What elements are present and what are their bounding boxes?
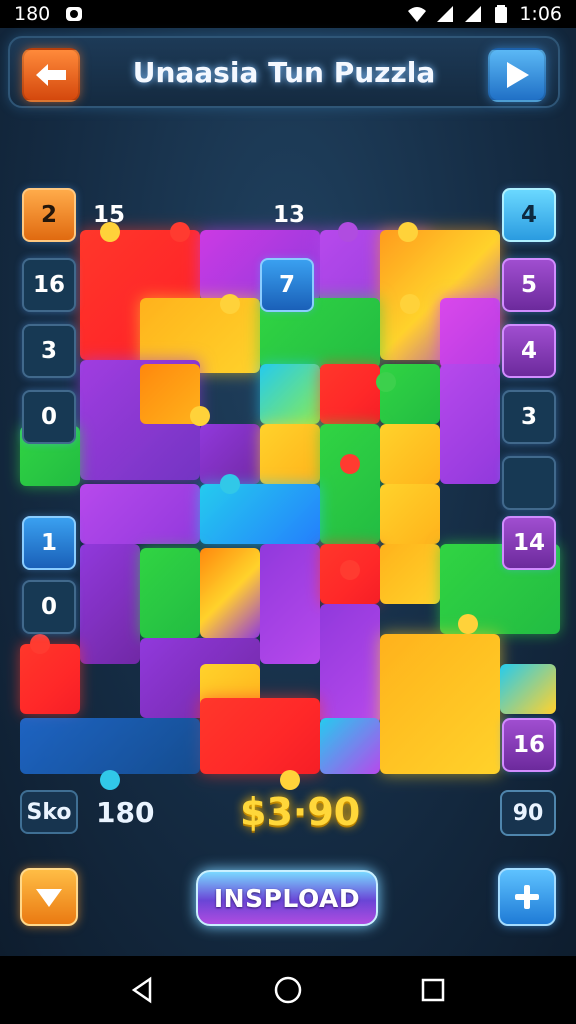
puzzle-piece-cyan[interactable]: [500, 664, 556, 714]
puzzle-piece-purple[interactable]: [80, 544, 140, 664]
down-button[interactable]: [20, 868, 78, 926]
moves-counter: 90: [500, 790, 556, 836]
puzzle-board: 2 15 13 4 16 7 5 3 4 0 3 1 14 0 16: [20, 158, 560, 790]
puzzle-knob: [458, 614, 478, 634]
game-screen: Unaasia Tun Puzzla 2 15 13 4 16 7 5 3 4 …: [0, 28, 576, 956]
number-tile[interactable]: 16: [502, 718, 556, 772]
home-circle-icon: [274, 976, 302, 1004]
plus-button[interactable]: [498, 868, 556, 926]
number-tile[interactable]: 1: [22, 516, 76, 570]
puzzle-knob: [100, 770, 120, 790]
puzzle-piece-cyan[interactable]: [200, 484, 320, 544]
puzzle-knob: [400, 294, 420, 314]
puzzle-knob: [220, 294, 240, 314]
battery-icon: [495, 5, 508, 23]
puzzle-piece-orange[interactable]: [200, 548, 260, 638]
puzzle-knob: [30, 634, 50, 654]
inspload-button[interactable]: INSPLOAD: [196, 870, 378, 926]
puzzle-piece-cyan[interactable]: [320, 718, 380, 774]
puzzle-piece-purple[interactable]: [440, 364, 500, 484]
number-tile[interactable]: 3: [502, 390, 556, 444]
puzzle-knob: [220, 474, 240, 494]
puzzle-knob: [340, 454, 360, 474]
puzzle-piece-purple[interactable]: [80, 484, 200, 544]
score-value: 180: [96, 796, 155, 829]
puzzle-piece-blue[interactable]: [20, 718, 200, 774]
page-title: Unaasia Tun Puzzla: [132, 56, 436, 89]
header-bar: Unaasia Tun Puzzla: [8, 36, 560, 108]
number-tile[interactable]: 5: [502, 258, 556, 312]
puzzle-piece-red[interactable]: [320, 364, 380, 424]
puzzle-piece-cyan[interactable]: [260, 364, 320, 424]
puzzle-piece-green[interactable]: [320, 424, 380, 544]
play-right-icon: [507, 62, 529, 88]
arrow-down-icon: [36, 889, 62, 907]
puzzle-piece-red[interactable]: [200, 698, 320, 774]
puzzle-piece-yellow[interactable]: [260, 424, 320, 484]
status-left-number: 180: [14, 3, 51, 25]
number-tile[interactable]: 14: [502, 516, 556, 570]
number-tile[interactable]: 3: [22, 324, 76, 378]
puzzle-piece-red[interactable]: [20, 644, 80, 714]
recents-square-icon: [422, 978, 445, 1002]
number-tile[interactable]: 7: [260, 258, 314, 312]
puzzle-piece-purple[interactable]: [320, 604, 380, 724]
number-tile[interactable]: 2: [22, 188, 76, 242]
number-tile[interactable]: 4: [502, 324, 556, 378]
puzzle-knob: [340, 560, 360, 580]
number-tile[interactable]: 16: [22, 258, 76, 312]
nav-home-button[interactable]: [270, 972, 306, 1008]
puzzle-piece-yellow[interactable]: [380, 424, 440, 484]
money-amount: $3·90: [240, 790, 361, 834]
nav-back-button[interactable]: [125, 972, 161, 1008]
puzzle-piece-orange[interactable]: [380, 544, 440, 604]
app-notification-icon: [66, 7, 83, 21]
puzzle-knob: [190, 406, 210, 426]
status-bar: 180 1:06: [0, 0, 576, 28]
signal-icon: [437, 6, 454, 22]
puzzle-piece-purple[interactable]: [260, 544, 320, 664]
puzzle-piece-pink[interactable]: [440, 298, 500, 368]
puzzle-piece-yellow[interactable]: [380, 484, 440, 544]
status-time: 1:06: [519, 3, 562, 25]
signal-icon: [465, 6, 482, 22]
empty-tile[interactable]: [502, 456, 556, 510]
number-tile[interactable]: 15: [82, 188, 136, 242]
puzzle-knob: [376, 372, 396, 392]
puzzle-piece-green[interactable]: [140, 548, 200, 638]
puzzle-piece-yellow[interactable]: [380, 634, 500, 774]
puzzle-knob: [398, 222, 418, 242]
system-nav-bar: [0, 956, 576, 1024]
wifi-icon: [408, 7, 427, 22]
plus-icon: [515, 885, 539, 909]
number-tile[interactable]: 0: [22, 390, 76, 444]
next-button[interactable]: [488, 48, 546, 102]
nav-recents-button[interactable]: [415, 972, 451, 1008]
puzzle-knob: [338, 222, 358, 242]
stats-row: Sko 180 $3·90 90: [20, 788, 556, 840]
number-tile[interactable]: 13: [262, 188, 316, 242]
puzzle-knob: [280, 770, 300, 790]
controls-row: INSPLOAD: [20, 866, 556, 930]
score-label: Sko: [20, 790, 78, 834]
puzzle-knob: [170, 222, 190, 242]
number-tile[interactable]: 0: [22, 580, 76, 634]
number-tile[interactable]: 4: [502, 188, 556, 242]
back-triangle-icon: [131, 976, 151, 1004]
